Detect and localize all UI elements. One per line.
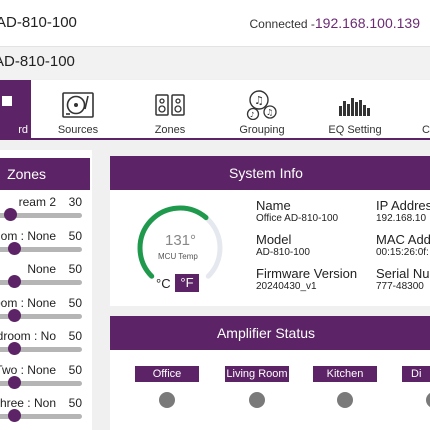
connection-ip: 192.168.100.139: [314, 15, 420, 31]
zone-row: om : None 50: [0, 229, 90, 263]
zone-row: room : None 50: [0, 296, 90, 330]
zone-row: ream 2 30: [0, 195, 90, 229]
fahrenheit-toggle[interactable]: °F: [175, 274, 199, 292]
name-label: Name: [256, 198, 291, 213]
amp-zone-di-label: Di: [402, 366, 430, 382]
zone-volume-value: 50: [68, 329, 82, 343]
svg-text:♫: ♫: [266, 108, 273, 117]
zone-name: Three : Non: [0, 396, 56, 410]
nav-more-label: C: [422, 124, 430, 136]
svg-text:♫: ♫: [254, 94, 264, 107]
ip-value: 192.168.10: [376, 213, 427, 224]
zone-volume-handle[interactable]: [8, 409, 21, 422]
nav-zones-label: Zones: [154, 124, 186, 136]
app-root: AD-810-100 Connected -192.168.100.139 AD…: [0, 0, 430, 430]
serial-value: 777-48300: [376, 281, 424, 292]
zone-row: edroom : No 50: [0, 329, 90, 363]
sub-header: AD-810-100: [0, 46, 430, 79]
zone-volume-handle[interactable]: [8, 342, 21, 355]
nav-grouping[interactable]: ♫ ♪ ♫ Grouping: [230, 80, 294, 138]
zone-volume-value: 30: [68, 195, 82, 209]
zone-volume-handle[interactable]: [8, 308, 21, 322]
nav-eq-setting[interactable]: EQ Setting: [322, 80, 388, 138]
ip-label: IP Addres: [376, 198, 430, 213]
temperature-label: MCU Temp: [158, 252, 198, 261]
nav-dashboard-label: rd: [18, 124, 28, 136]
amp-zone-office-label: Office: [135, 366, 199, 382]
amplifier-status-title: Amplifier Status: [110, 316, 430, 350]
nav-zones[interactable]: Zones: [138, 80, 202, 138]
zone-name: om : None: [0, 228, 56, 243]
zone-volume-value: 50: [68, 295, 82, 310]
svg-text:♪: ♪: [250, 111, 254, 119]
zone-volume-value: 50: [68, 262, 82, 276]
turntable-icon: [62, 92, 94, 118]
zone-name: room : None: [0, 295, 56, 310]
main-nav: rd Sources Zones ♫ ♪ ♫ Grouping EQ Setti…: [0, 80, 430, 140]
connection-label: Connected -: [249, 17, 315, 31]
nav-sources-label: Sources: [57, 124, 99, 136]
zone-row: Three : Non 50: [0, 396, 90, 430]
zone-name: ream 2: [18, 195, 56, 209]
zone-row: Two : None 50: [0, 363, 90, 397]
mac-value: 00:15:26:0f:: [376, 247, 429, 258]
mac-label: MAC Add: [376, 232, 430, 247]
equalizer-icon: [339, 98, 370, 116]
temperature-value: 131°: [165, 232, 197, 249]
zone-volume-value: 50: [68, 396, 82, 410]
firmware-label: Firmware Version: [256, 266, 358, 281]
celsius-toggle[interactable]: °C: [156, 276, 171, 291]
name-value: Office AD-810-100: [256, 213, 339, 224]
model-value: AD-810-100: [256, 247, 310, 258]
model-label: Model: [256, 232, 292, 247]
nav-more[interactable]: C: [414, 80, 430, 138]
zone-volume-value: 50: [68, 228, 82, 243]
zone-volume-handle[interactable]: [8, 375, 21, 389]
device-title: AD-810-100: [0, 14, 77, 31]
connection-status: Connected -192.168.100.139: [250, 15, 420, 31]
amp-zone-living-room-status: [249, 392, 265, 408]
nav-grouping-label: Grouping: [239, 124, 285, 136]
zone-volume-value: 50: [68, 362, 82, 377]
zone-name: Two : None: [0, 362, 56, 377]
zone-volume-handle[interactable]: [8, 241, 21, 255]
amp-zone-kitchen-status: [337, 392, 353, 408]
zone-name: edroom : No: [0, 329, 56, 343]
nav-eq-setting-label: EQ Setting: [328, 124, 382, 136]
serial-label: Serial Nu: [376, 266, 430, 281]
amplifier-status-panel: Amplifier Status Office Living Room Kitc…: [110, 316, 430, 430]
nav-dashboard[interactable]: rd: [0, 80, 31, 138]
firmware-value: 20240430_v1: [256, 281, 317, 292]
amp-zone-living-room-label: Living Room: [225, 366, 289, 382]
dashboard-icon: [2, 96, 13, 106]
amp-zone-office-status: [159, 392, 175, 408]
device-subtitle: AD-810-100: [0, 53, 75, 70]
music-notes-icon: ♫ ♪ ♫: [246, 90, 277, 120]
zone-volume-handle[interactable]: [4, 208, 17, 221]
top-bar: AD-810-100 Connected -192.168.100.139: [0, 0, 430, 46]
zone-volume-handle[interactable]: [8, 275, 21, 288]
zone-row: None 50: [0, 262, 90, 296]
amp-zone-kitchen-label: Kitchen: [313, 366, 377, 382]
zones-title: Zones: [0, 158, 90, 190]
system-info-title: System Info: [110, 156, 430, 190]
system-info-panel: System Info 131° MCU Temp °C °F Name Off…: [110, 156, 430, 306]
zone-name: None: [27, 262, 56, 276]
zones-panel: Zones ream 230om : None50None50room : No…: [0, 150, 92, 430]
amp-zone-di-status: [426, 392, 430, 408]
speakers-icon: [155, 94, 185, 116]
nav-sources[interactable]: Sources: [46, 80, 110, 138]
